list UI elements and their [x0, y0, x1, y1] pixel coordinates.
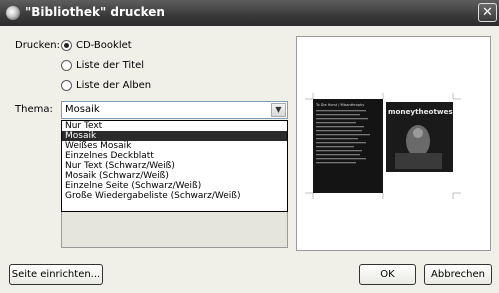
cancel-button[interactable]: Abbrechen [424, 264, 492, 285]
radio-label: Liste der Titel [76, 60, 145, 71]
theme-label: Thema: [15, 104, 53, 115]
page-setup-button[interactable]: Seite einrichten... [9, 264, 103, 285]
dropdown-item[interactable]: Einzelnes Deckblatt [62, 151, 287, 161]
preview-canvas: To Die Horst / Misanthrophy moneytheotwe… [305, 93, 461, 199]
close-button[interactable]: ✕ [478, 3, 497, 22]
theme-description-panel [61, 212, 288, 248]
ok-button[interactable]: OK [359, 264, 416, 285]
radio-button[interactable] [61, 80, 72, 91]
dropdown-item[interactable]: Weißes Mosaik [62, 141, 287, 151]
chevron-down-icon[interactable]: ▼ [271, 103, 286, 117]
theme-dropdown-list: Nur Text Mosaik Weißes Mosaik Einzelnes … [61, 120, 288, 212]
radio-label: Liste der Alben [76, 80, 152, 91]
cover-figure-head [413, 128, 423, 138]
radio-button-checked[interactable] [61, 40, 72, 51]
dropdown-item[interactable]: Große Wiedergabeliste (Schwarz/Weiß) [62, 191, 287, 201]
tracklist-header: To Die Horst / Misanthrophy [315, 103, 364, 107]
theme-select-value: Mosaik [65, 104, 100, 115]
dropdown-item[interactable]: Einzelne Seite (Schwarz/Weiß) [62, 181, 287, 191]
dropdown-item[interactable]: Nur Text (Schwarz/Weiß) [62, 161, 287, 171]
dropdown-item[interactable]: Mosaik (Schwarz/Weiß) [62, 171, 287, 181]
cover-crowd [395, 153, 442, 169]
app-icon [6, 6, 20, 20]
theme-select[interactable]: Mosaik ▼ [61, 101, 288, 119]
radio-label: CD-Booklet [76, 40, 132, 51]
dropdown-item[interactable]: Nur Text [62, 121, 287, 131]
window-title: "Bibliothek" drucken [25, 5, 165, 19]
cover-title: moneytheotwes [388, 107, 453, 116]
title-bar: "Bibliothek" drucken ✕ [0, 0, 499, 26]
print-preview: To Die Horst / Misanthrophy moneytheotwe… [296, 36, 491, 251]
dropdown-item-selected[interactable]: Mosaik [62, 131, 287, 141]
radio-button[interactable] [61, 60, 72, 71]
print-label: Drucken: [15, 40, 60, 51]
